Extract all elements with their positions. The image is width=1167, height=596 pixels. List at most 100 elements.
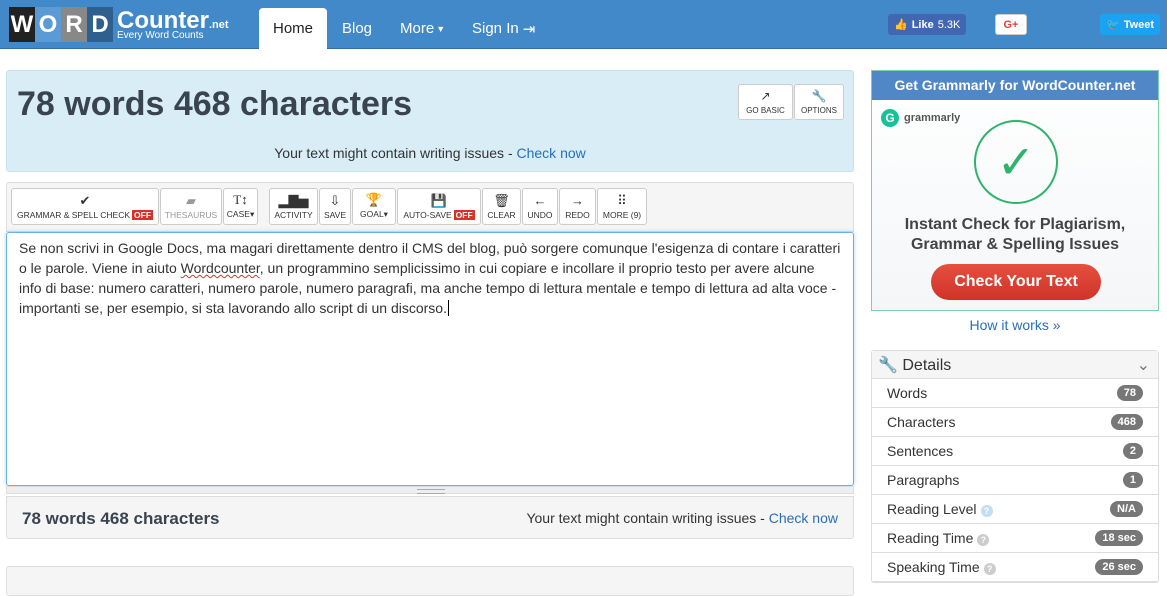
nav-blog[interactable]: Blog bbox=[328, 8, 386, 49]
thesaurus-label: THESAURUS bbox=[164, 209, 218, 220]
case-button[interactable]: T↕ CASE▾ bbox=[223, 188, 258, 225]
nav-sign-in-label: Sign In bbox=[472, 20, 519, 37]
go-basic-button[interactable]: ↗ GO BASIC bbox=[738, 84, 793, 120]
help-icon[interactable]: ? bbox=[977, 534, 990, 546]
misspelled-word[interactable]: Wordcounter bbox=[181, 260, 260, 276]
sign-in-icon: ⇥ bbox=[522, 20, 536, 38]
lower-panel bbox=[6, 566, 854, 596]
logo-letter: O bbox=[35, 7, 61, 42]
more-label: MORE (9) bbox=[602, 209, 642, 220]
detail-value: 78 bbox=[1116, 385, 1143, 401]
options-button[interactable]: 🔧 OPTIONS bbox=[794, 84, 844, 120]
detail-row-reading-time: Reading Time? 18 sec bbox=[872, 524, 1158, 553]
like-count: 5.3K bbox=[937, 18, 961, 31]
resize-handle[interactable] bbox=[6, 486, 854, 494]
wrench-icon: 🔧 bbox=[811, 89, 827, 103]
nav-home[interactable]: Home bbox=[259, 8, 327, 49]
case-label: CASE bbox=[226, 209, 250, 219]
facebook-like-button[interactable]: 👍 Like 5.3K bbox=[888, 14, 967, 35]
details-panel: 🔧 Details ⌄ Words 78 Characters 468 Sentenc… bbox=[871, 350, 1159, 583]
footer-count: 78 words 468 characters bbox=[22, 509, 220, 528]
logo-tld: .net bbox=[209, 18, 229, 31]
issue-text: Your text might contain writing issues - bbox=[526, 510, 769, 526]
navbar: W O R D Counter.net Every Word Counts Hom… bbox=[0, 0, 1167, 49]
nav-sign-in[interactable]: Sign In ⇥ bbox=[458, 8, 549, 49]
external-link-icon: ↗ bbox=[760, 89, 771, 103]
wrench-icon: 🔧 bbox=[878, 357, 898, 374]
checkmark-circle-icon: ✓ bbox=[974, 120, 1058, 204]
download-file-icon: ⇩ bbox=[329, 192, 341, 208]
grid-icon: ⠿ bbox=[617, 192, 627, 208]
twitter-icon: 🐦 bbox=[1106, 19, 1120, 31]
caret-down-icon: ▼ bbox=[436, 23, 446, 34]
grammarly-logo: G grammarly bbox=[881, 109, 960, 127]
save-button[interactable]: ⇩ SAVE bbox=[319, 188, 351, 225]
details-title: Details bbox=[902, 357, 952, 374]
text-editor[interactable]: Se non scrivi in Google Docs, ma magari … bbox=[6, 232, 854, 486]
ad-header: Get Grammarly for WordCounter.net bbox=[872, 71, 1158, 100]
save-label: SAVE bbox=[323, 209, 347, 220]
detail-value: 26 sec bbox=[1095, 559, 1143, 575]
book-icon: ▰ bbox=[186, 192, 196, 208]
autosave-label: AUTO-SAVE bbox=[403, 209, 452, 220]
detail-value: N/A bbox=[1110, 501, 1143, 517]
logo[interactable]: W O R D Counter.net Every Word Counts bbox=[9, 7, 229, 42]
detail-row-paragraphs: Paragraphs 1 bbox=[872, 466, 1158, 495]
detail-value: 18 sec bbox=[1095, 530, 1143, 546]
help-icon[interactable]: ? bbox=[983, 563, 996, 575]
goal-label: GOAL bbox=[360, 209, 384, 219]
detail-row-words: Words 78 bbox=[872, 379, 1158, 408]
check-your-text-button[interactable]: Check Your Text bbox=[931, 264, 1101, 300]
footer-issues-notice: Your text might contain writing issues -… bbox=[526, 510, 838, 526]
ad-headline: Instant Check for Plagiarism, bbox=[904, 216, 1126, 233]
detail-value: 468 bbox=[1110, 414, 1143, 430]
details-header[interactable]: 🔧 Details ⌄ bbox=[872, 351, 1158, 379]
off-badge: OFF bbox=[453, 209, 475, 220]
grammarly-ad[interactable]: Get Grammarly for WordCounter.net G gram… bbox=[871, 70, 1159, 311]
chevron-down-icon: ⌄ bbox=[1136, 357, 1150, 374]
checkmark-icon: ✔ bbox=[79, 192, 91, 208]
page-title: 78 words 468 characters bbox=[17, 85, 413, 123]
auto-save-button[interactable]: 💾 AUTO-SAVE OFF bbox=[397, 188, 481, 225]
goal-button[interactable]: 🏆 GOAL▾ bbox=[352, 188, 396, 225]
thesaurus-button[interactable]: ▰ THESAURUS bbox=[160, 188, 222, 225]
google-plus-button[interactable]: G+ bbox=[995, 14, 1027, 35]
undo-label: UNDO bbox=[527, 209, 553, 220]
clear-button[interactable]: 🗑 CLEAR bbox=[482, 188, 521, 225]
redo-button[interactable]: → REDO bbox=[559, 188, 596, 225]
bar-chart-icon: ▂▇▅ bbox=[278, 192, 309, 208]
detail-row-speaking-time: Speaking Time? 26 sec bbox=[872, 553, 1158, 582]
arrow-right-icon: → bbox=[571, 192, 584, 208]
logo-tagline: Every Word Counts bbox=[117, 29, 204, 41]
tweet-button[interactable]: 🐦 Tweet bbox=[1100, 14, 1161, 35]
detail-label: Words bbox=[887, 385, 928, 401]
off-badge: OFF bbox=[132, 209, 154, 220]
detail-label: Speaking Time bbox=[887, 559, 980, 575]
go-basic-label: GO BASIC bbox=[746, 106, 785, 115]
floppy-disk-icon: 💾 bbox=[430, 192, 448, 208]
grammar-check-button[interactable]: ✔ GRAMMAR & SPELL CHECK OFF bbox=[11, 188, 159, 225]
tweet-label: Tweet bbox=[1123, 18, 1155, 31]
more-button[interactable]: ⠿ MORE (9) bbox=[597, 188, 647, 225]
activity-button[interactable]: ▂▇▅ ACTIVITY bbox=[269, 188, 318, 225]
issue-text: Your text might contain writing issues - bbox=[274, 145, 517, 161]
nav-more[interactable]: More ▼ bbox=[386, 8, 459, 49]
ad-headline: Grammar & Spelling Issues bbox=[910, 236, 1120, 253]
check-now-link[interactable]: Check now bbox=[769, 510, 838, 526]
redo-label: REDO bbox=[565, 209, 590, 220]
how-it-works-link[interactable]: How it works » bbox=[969, 317, 1060, 333]
check-now-link[interactable]: Check now bbox=[517, 145, 586, 161]
grammarly-brand: grammarly bbox=[904, 112, 961, 124]
editor-toolbar: ✔ GRAMMAR & SPELL CHECK OFF ▰ THESAURUS T↕ C… bbox=[6, 182, 854, 232]
detail-label: Paragraphs bbox=[887, 472, 960, 488]
detail-row-reading-level: Reading Level? N/A bbox=[872, 495, 1158, 524]
count-footer-panel: 78 words 468 characters Your text might … bbox=[6, 496, 854, 539]
detail-label: Reading Time bbox=[887, 530, 974, 546]
detail-label: Characters bbox=[887, 414, 956, 430]
undo-button[interactable]: ← UNDO bbox=[522, 188, 558, 225]
trophy-icon: 🏆 bbox=[365, 192, 383, 207]
grammar-label: GRAMMAR & SPELL CHECK bbox=[16, 209, 131, 220]
clear-label: CLEAR bbox=[487, 209, 516, 220]
writing-issues-notice: Your text might contain writing issues -… bbox=[7, 145, 853, 161]
help-icon[interactable]: ? bbox=[980, 505, 993, 517]
